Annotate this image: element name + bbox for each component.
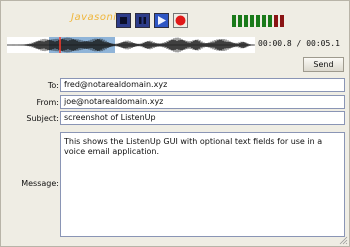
level-segment [238, 15, 242, 27]
record-icon [175, 15, 186, 26]
to-field[interactable]: fred@notarealdomain.xyz [60, 78, 345, 92]
current-time: 00:00.8 [258, 39, 292, 48]
level-segment [256, 15, 260, 27]
level-segment [250, 15, 254, 27]
message-textarea[interactable]: This shows the ListenUp GUI with optiona… [60, 132, 345, 237]
stop-button[interactable] [116, 13, 131, 28]
record-button[interactable] [173, 13, 188, 28]
from-label: From: [36, 98, 59, 107]
time-readout: 00:00.8 / 00:05.1 [258, 39, 348, 51]
resize-grip-icon[interactable] [338, 235, 348, 245]
to-label: To: [47, 81, 59, 90]
listenup-window: Javasonics 00:00.8 / 00:05.1 Send To: fr… [0, 0, 350, 247]
play-icon [158, 16, 166, 25]
pause-button[interactable] [135, 13, 150, 28]
waveform-display[interactable] [7, 37, 255, 53]
from-field[interactable]: joe@notarealdomain.xyz [60, 95, 345, 109]
message-label: Message: [21, 179, 59, 188]
subject-field[interactable]: screenshot of ListenUp [60, 111, 345, 125]
level-meter [232, 15, 284, 27]
send-button[interactable]: Send [303, 57, 344, 72]
total-time: 00:05.1 [306, 39, 340, 48]
level-segment [274, 15, 278, 27]
play-button[interactable] [154, 13, 169, 28]
time-separator: / [296, 39, 302, 48]
pause-icon [139, 17, 146, 24]
stop-icon [120, 17, 127, 24]
level-segment [268, 15, 272, 27]
level-segment [232, 15, 236, 27]
subject-label: Subject: [26, 114, 59, 123]
level-segment [280, 15, 284, 27]
level-segment [262, 15, 266, 27]
level-segment [244, 15, 248, 27]
